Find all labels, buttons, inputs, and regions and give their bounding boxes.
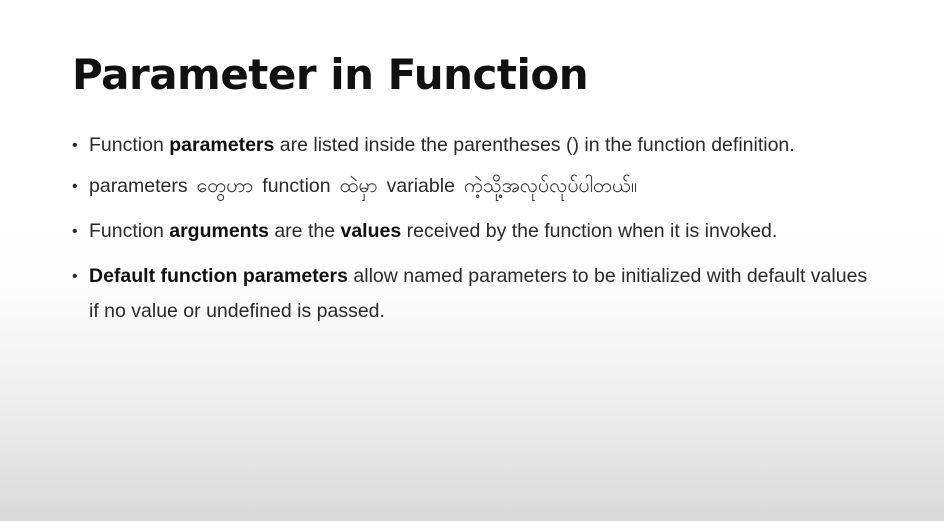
bullet-text: parameters — [89, 175, 188, 197]
bullet-text-myanmar: ထဲမှာ — [339, 175, 378, 197]
bullet-text: variable — [386, 175, 455, 197]
bullet-text: Function — [89, 220, 170, 242]
bullet-text: function — [262, 175, 331, 197]
bullet-text: are listed inside the parentheses () in … — [274, 134, 795, 156]
bullet-text: Function — [89, 134, 170, 156]
bullet-text: received by the function when it is invo… — [401, 220, 778, 242]
bullet-text-myanmar: တွေဟာ — [196, 175, 254, 197]
bullet-emphasis: values — [340, 220, 402, 242]
bullet-emphasis: arguments — [169, 220, 269, 242]
bullet-dot-icon: • — [72, 178, 78, 195]
bullet-text: are the — [268, 220, 341, 242]
bullet-item-parameters-definition: • Function parameters are listed inside … — [72, 128, 872, 163]
bullet-emphasis: Default function parameters — [89, 265, 348, 287]
bullet-text-myanmar: ကဲ့သို့အလုပ်လုပ်ပါတယ်။ — [463, 175, 637, 197]
slide: Parameter in Function • Function paramet… — [0, 0, 944, 521]
bullet-dot-icon: • — [72, 268, 78, 285]
bullet-item-arguments: • Function arguments are the values rece… — [72, 214, 872, 249]
bullet-dot-icon: • — [72, 137, 78, 154]
bullet-item-parameters-myanmar: • parameters တွေဟာ function ထဲမှာ variable ကဲ… — [72, 169, 872, 204]
slide-title: Parameter in Function — [72, 50, 589, 99]
bullet-item-default-parameters: • Default function parameters allow name… — [72, 259, 872, 329]
bullet-emphasis: parameters — [169, 134, 275, 156]
bullet-list: • Function parameters are listed inside … — [72, 128, 872, 329]
bullet-dot-icon: • — [72, 223, 78, 240]
